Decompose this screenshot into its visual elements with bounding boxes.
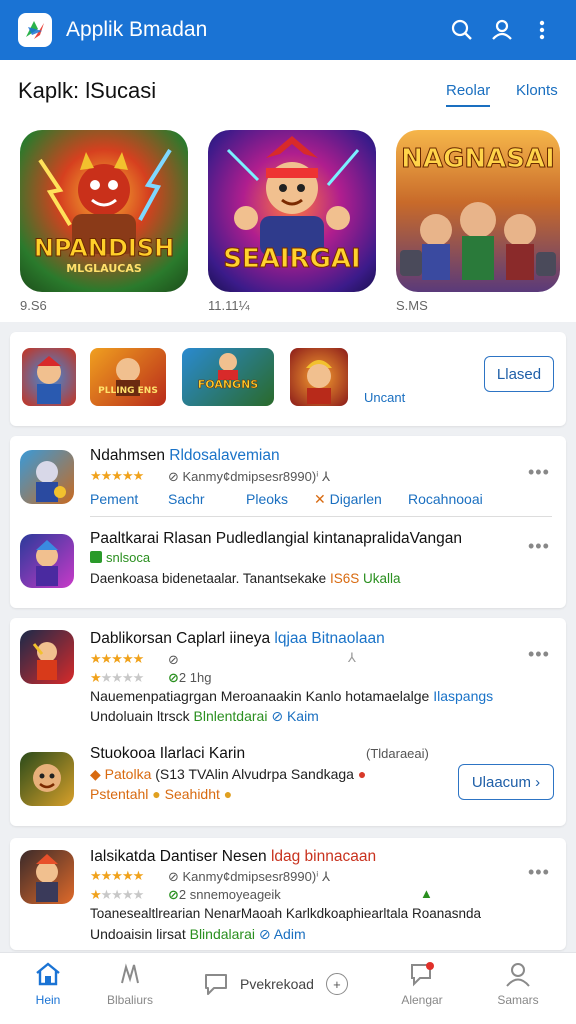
tab-klonts[interactable]: Klonts xyxy=(516,82,558,99)
home-icon xyxy=(36,962,60,986)
strip-label[interactable]: Uncant xyxy=(364,390,405,405)
game-art-image xyxy=(306,360,332,404)
row-description: Toanesealtlrearian NenarMaoah Karlkdkoap… xyxy=(90,906,481,921)
row-divider xyxy=(90,516,552,517)
row-description: Undoaisin lirsat Blindalarai ⊘ Adim xyxy=(90,926,306,942)
install-button[interactable]: Ulaacum › xyxy=(458,764,554,800)
row-title: Paaltkarai Rlasan Pudledlangial kintanap… xyxy=(90,530,462,547)
rating-stars-secondary: ★★★★★ xyxy=(90,670,144,685)
featured-card-3[interactable]: NAGNASAI xyxy=(396,130,560,292)
card-1-title: NPANDISH xyxy=(33,234,175,263)
card-2-title: SEAIRGAI xyxy=(223,244,361,275)
nav-profile[interactable]: Samars xyxy=(478,961,558,1007)
row-meta: ⊘ xyxy=(168,652,179,667)
row-meta: ⊘ Kanmy¢dmipsesr8990)ⁱ ⅄ xyxy=(168,469,331,484)
rating-stars: ★★★★★ xyxy=(90,651,144,666)
add-icon[interactable]: + xyxy=(325,973,348,995)
row-description: Pstentahl ● Seahidht ● xyxy=(90,786,233,802)
download-icon[interactable]: ⅄ xyxy=(348,650,356,666)
row-meta: ⊘ Kanmy¢dmipsesr8990)ⁱ ⅄ xyxy=(168,869,331,884)
mini-thumb-4[interactable] xyxy=(290,348,348,406)
featured-card-2[interactable]: SEAIRGAI xyxy=(208,130,376,292)
status-badge: snlsoca xyxy=(90,550,150,565)
row-description: ◆ Patolka (S13 TVAlin Alvudrpa Sandkaga … xyxy=(90,766,367,782)
row-description: Daenkoasa bidenetaalar. Tanantsekake IS6… xyxy=(90,571,401,586)
app-icon[interactable] xyxy=(20,450,74,504)
nav-home[interactable]: Hein xyxy=(8,961,88,1007)
app-icon[interactable] xyxy=(20,850,74,904)
link-pement[interactable]: Pement xyxy=(90,491,138,507)
mini-thumb-3[interactable]: FOANGNS xyxy=(182,348,274,406)
featured-card-1[interactable]: NPANDISH MLGLAUCAS xyxy=(20,130,188,292)
card-1-subtitle: MLGLAUCAS xyxy=(66,262,142,275)
row-description: Undoluain ltrsck Blnlentdarai ⊘ Kaim xyxy=(90,708,319,724)
app-logo-icon[interactable] xyxy=(18,13,52,47)
account-icon[interactable] xyxy=(482,10,522,50)
mini-thumb-2-title: PLLING ENS xyxy=(98,386,158,396)
row-title: Ndahmsen Rldosalavemian xyxy=(90,447,280,464)
row-title: Ialsikatda Dantiser Nesen ldag binnacaan xyxy=(90,848,377,865)
featured-heading: Kaplk: lSucasi xyxy=(18,78,157,103)
explore-icon xyxy=(121,963,139,984)
search-icon[interactable] xyxy=(442,10,482,50)
nav-explore[interactable]: Blbaliurs xyxy=(90,961,170,1007)
game-art-image xyxy=(32,642,57,680)
more-icon[interactable]: ••• xyxy=(528,644,550,665)
app-icon[interactable] xyxy=(20,534,74,588)
game-art-image xyxy=(36,540,58,586)
mini-thumb-3-title: FOANGNS xyxy=(197,378,259,392)
row-tag: (Tldaraeai) xyxy=(366,746,429,761)
card-2-caption: 11.11¼ xyxy=(208,298,250,313)
link-rocahnooai[interactable]: Rocahnooai xyxy=(408,491,483,507)
more-vert-icon[interactable] xyxy=(522,10,562,50)
game-art-image xyxy=(36,461,66,502)
nav-label: Hein xyxy=(35,993,61,1007)
more-icon[interactable]: ••• xyxy=(528,536,550,557)
rating-stars: ★★★★★ xyxy=(90,468,144,483)
card-1-caption: 9.S6 xyxy=(20,298,47,313)
nav-label: Blbaliurs xyxy=(106,993,154,1007)
row-meta: ⊘2 1hg xyxy=(168,670,212,685)
bottom-navigation: Hein Blbaliurs Pvekrekoad + Alengar Sama… xyxy=(0,952,576,1024)
app-title: Applik Bmadan xyxy=(66,18,208,41)
notification-icon xyxy=(411,962,434,987)
tab-reolar[interactable]: Reolar xyxy=(446,82,491,107)
rating-stars: ★★★★★ xyxy=(90,868,144,883)
profile-icon xyxy=(506,963,530,987)
nav-label: Alengar xyxy=(401,993,443,1007)
chat-icon xyxy=(205,974,227,995)
row-meta: ⊘2 snnemoyeageik xyxy=(168,887,281,902)
mini-thumb-1[interactable] xyxy=(22,348,76,406)
game-art-image xyxy=(37,356,61,404)
featured-section: Kaplk: lSucasi Reolar Klonts NPANDISH ML… xyxy=(0,60,576,322)
row-title: Stuokooa Ilarlaci Karin xyxy=(90,745,246,762)
app-icon[interactable] xyxy=(20,752,74,806)
download-icon[interactable]: ▲ xyxy=(420,886,433,901)
nav-label: Pvekrekoad xyxy=(240,976,314,992)
rating-stars-secondary: ★★★★★ xyxy=(90,887,144,902)
row-title: Dablikorsan Caplarl iineya lqjaa Bitnaol… xyxy=(90,630,385,647)
more-icon[interactable]: ••• xyxy=(528,862,550,883)
nav-notifications[interactable]: Alengar xyxy=(382,961,462,1007)
card-3-caption: S.MS xyxy=(396,298,428,313)
strip-action-button[interactable]: Llased xyxy=(484,356,554,392)
game-art-image xyxy=(116,358,140,396)
check-icon xyxy=(90,551,102,563)
game-art-image xyxy=(36,854,58,902)
link-pleoks[interactable]: Pleoks xyxy=(246,491,288,507)
link-digarlen[interactable]: ✕ Digarlen xyxy=(314,491,382,508)
nav-label: Samars xyxy=(497,993,539,1007)
link-sachr[interactable]: Sachr xyxy=(168,491,205,507)
nav-chat[interactable]: Pvekrekoad + xyxy=(202,971,352,997)
more-icon[interactable]: ••• xyxy=(528,462,550,483)
card-3-title: NAGNASAI xyxy=(401,144,556,175)
game-art-image xyxy=(33,764,61,792)
row-description: Nauemenpatiagrgan Meroanaakin Kanlo hota… xyxy=(90,688,494,704)
game-art-image xyxy=(218,353,238,380)
arrow-icon: ✕ xyxy=(314,491,326,507)
app-icon[interactable] xyxy=(20,630,74,684)
mini-thumb-2[interactable]: PLLING ENS xyxy=(90,348,166,406)
app-bar: Applik Bmadan xyxy=(0,0,576,60)
